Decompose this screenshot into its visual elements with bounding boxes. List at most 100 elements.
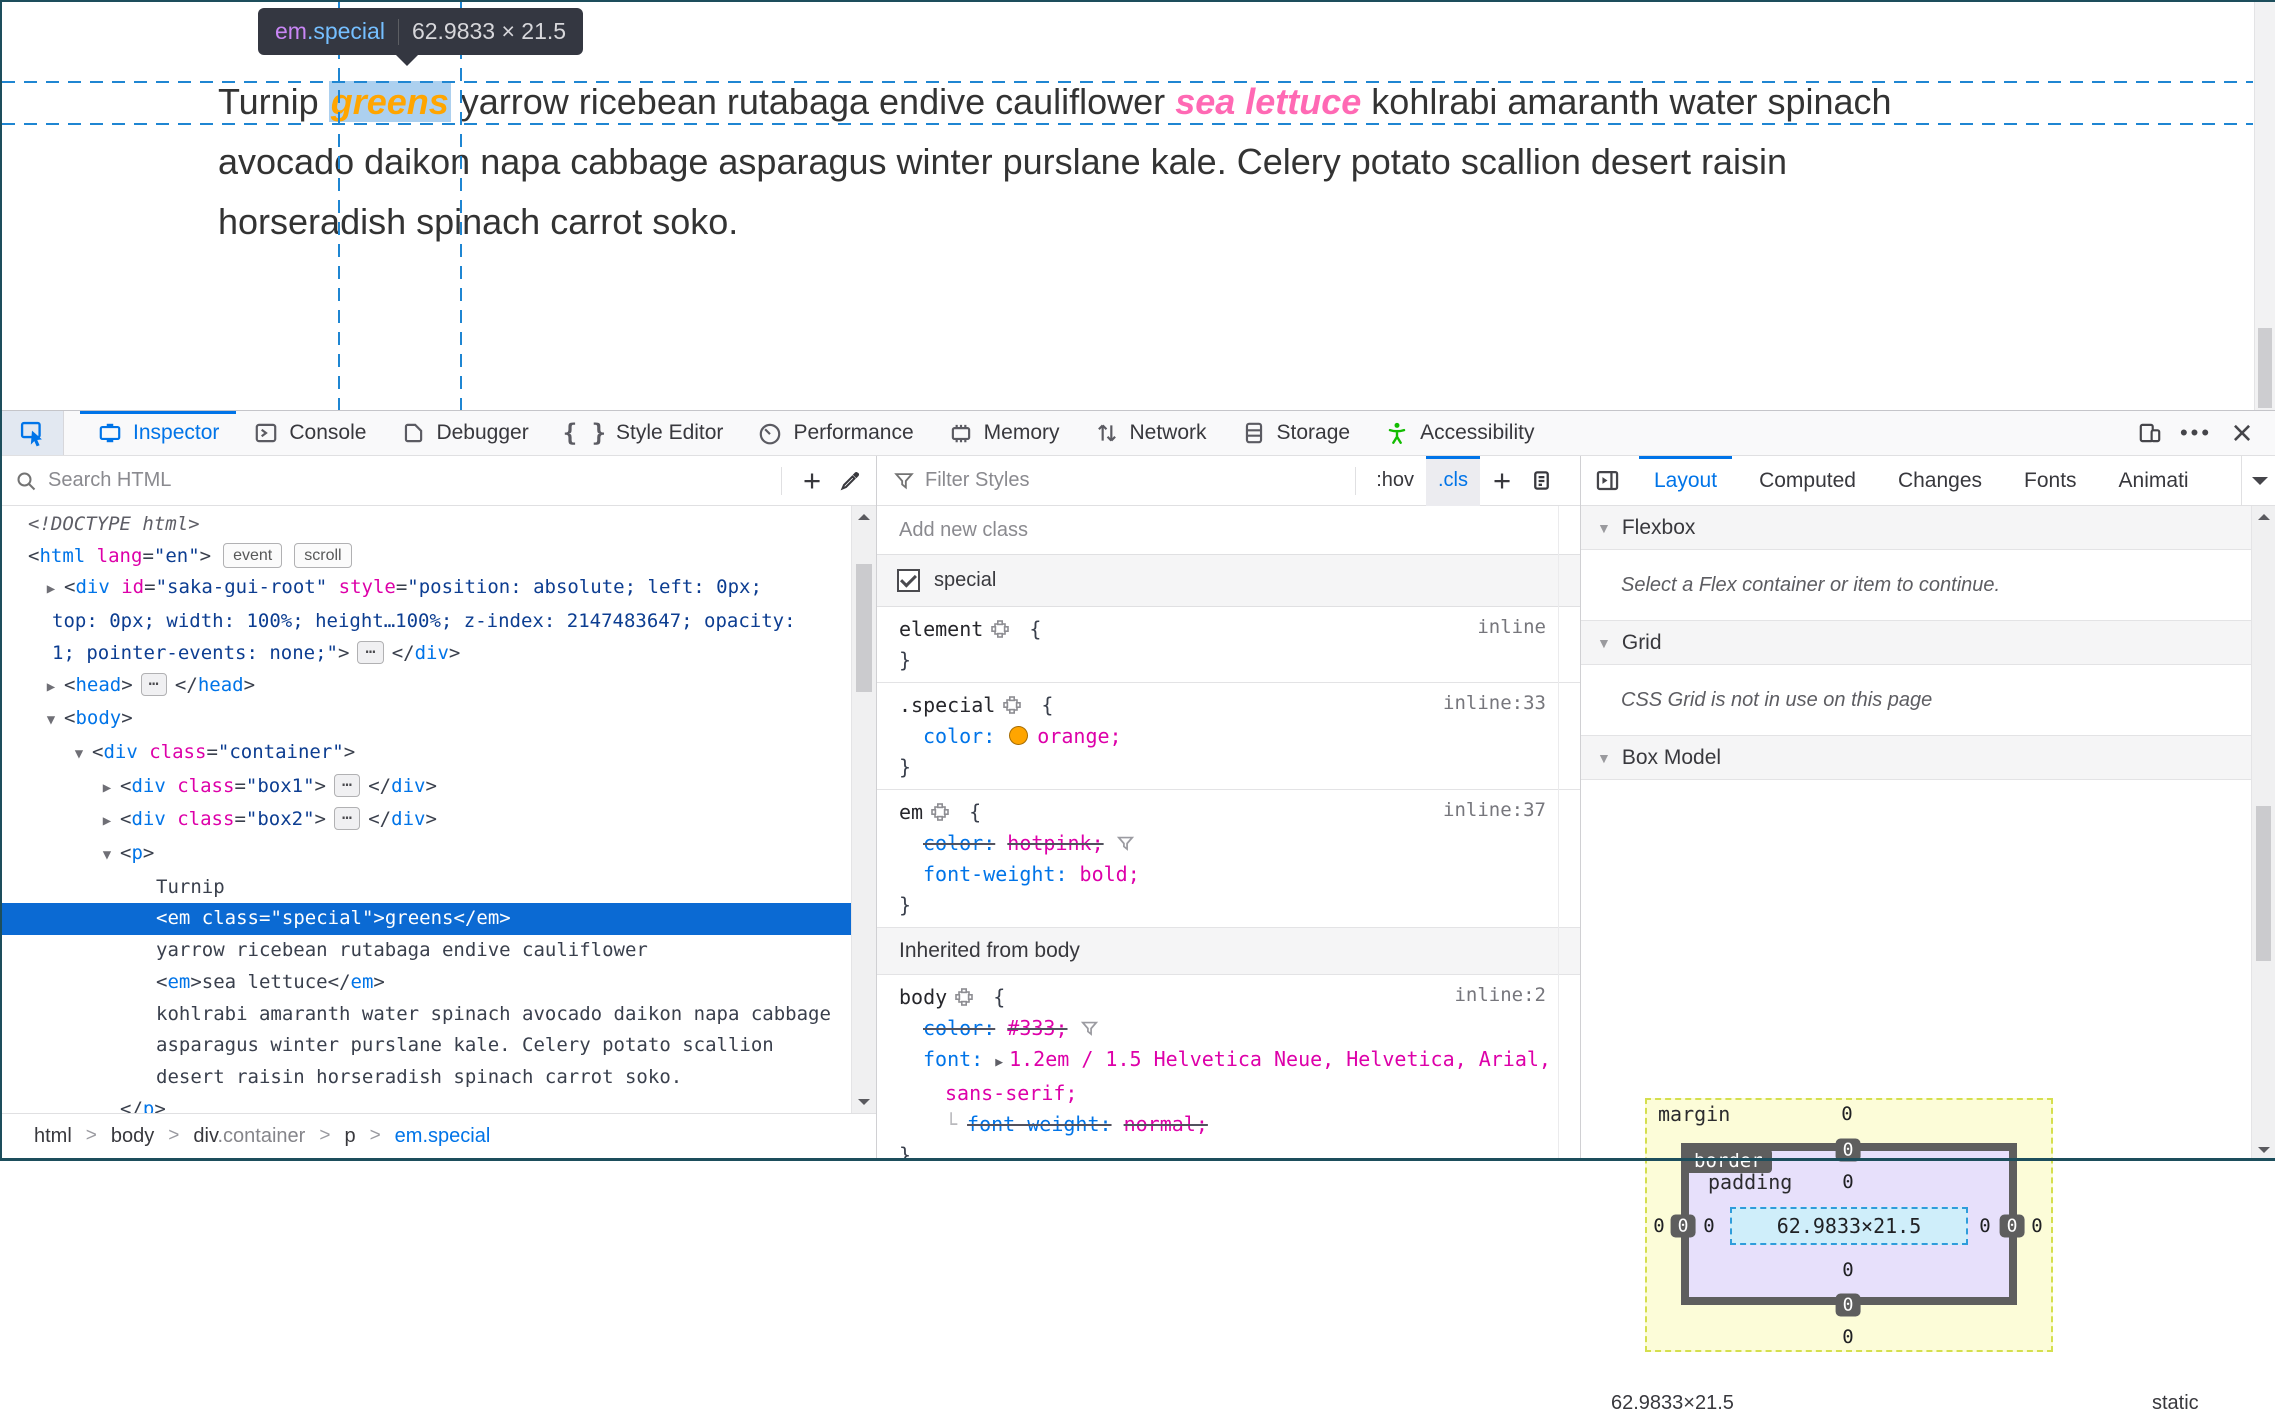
property-value[interactable]: 1.2em / 1.5 Helvetica Neue, Helvetica, A…	[1009, 1047, 1551, 1071]
property-name[interactable]: font-weight:	[967, 1112, 1112, 1136]
sidebar-tab-fonts[interactable]: Fonts	[2003, 456, 2098, 505]
box-model-content-box[interactable]: 62.9833×21.5	[1730, 1207, 1968, 1245]
twisty-collapsed-icon[interactable]: ▶	[38, 672, 64, 704]
all-tabs-menu-icon[interactable]	[2252, 477, 2268, 485]
markup-row[interactable]: top: 0px; width: 100%; height…100%; z-in…	[0, 606, 851, 638]
tab-performance[interactable]: Performance	[740, 411, 930, 455]
border-left-value[interactable]: 0	[1671, 1215, 1696, 1238]
markup-row[interactable]: kohlrabi amaranth water spinach avocado …	[0, 999, 851, 1031]
sidebar-tab-changes[interactable]: Changes	[1877, 456, 2003, 505]
breadcrumb-item-div[interactable]: div.container	[193, 1125, 305, 1148]
search-input[interactable]: Search HTML	[48, 469, 171, 492]
eyedropper-icon[interactable]	[838, 469, 862, 493]
rule-selector[interactable]: em	[899, 800, 923, 824]
css-declaration[interactable]: color: #333;	[877, 1013, 1580, 1044]
css-declaration[interactable]: color: orange;	[877, 721, 1580, 752]
rule-source-link[interactable]: inline:33	[1443, 692, 1546, 714]
markup-row[interactable]: ▼<div class="container">	[0, 737, 851, 771]
breadcrumb-item-p[interactable]: p	[344, 1125, 355, 1148]
expand-inline-icon[interactable]: ⋯	[357, 641, 383, 664]
markup-row[interactable]: 1; pointer-events: none;">⋯</div>	[0, 638, 851, 670]
markup-row[interactable]: ▶<head>⋯</head>	[0, 670, 851, 704]
twisty-expanded-icon[interactable]: ▼	[94, 840, 120, 872]
markup-row[interactable]: ▶<div id="saka-gui-root" style="position…	[0, 572, 851, 606]
breadcrumb-item-em-special[interactable]: em.special	[395, 1125, 491, 1148]
class-checkbox[interactable]	[897, 569, 920, 592]
padding-top-value[interactable]: 0	[1842, 1171, 1853, 1193]
property-name[interactable]: font-weight:	[923, 862, 1068, 886]
print-media-icon[interactable]	[1530, 469, 1553, 492]
twisty-expanded-icon[interactable]: ▼	[38, 705, 64, 737]
tab-style-editor[interactable]: { }Style Editor	[546, 411, 741, 455]
tab-console[interactable]: Console	[236, 411, 383, 455]
add-new-class-input[interactable]: Add new class	[877, 506, 1580, 555]
new-rule-button[interactable]: +	[1480, 463, 1524, 499]
twisty-expanded-icon[interactable]: ▼	[66, 739, 92, 771]
markup-row[interactable]: <!DOCTYPE html>	[0, 509, 851, 541]
margin-right-value[interactable]: 0	[2031, 1215, 2042, 1237]
tab-memory[interactable]: Memory	[931, 411, 1077, 455]
selector-highlighter-icon[interactable]	[955, 988, 973, 1006]
property-value[interactable]: #333;	[1007, 1016, 1067, 1040]
margin-left-value[interactable]: 0	[1653, 1215, 1664, 1237]
property-value[interactable]: hotpink;	[1007, 831, 1103, 855]
margin-bottom-value[interactable]: 0	[1842, 1326, 1853, 1348]
event-badge[interactable]: event	[223, 543, 282, 568]
grid-section-header[interactable]: ▼ Grid	[1581, 621, 2275, 665]
border-bottom-value[interactable]: 0	[1836, 1294, 1861, 1317]
css-declaration[interactable]: color: hotpink;	[877, 828, 1580, 859]
tab-storage[interactable]: Storage	[1224, 411, 1368, 455]
scroll-down-icon[interactable]	[2258, 1147, 2270, 1153]
border-right-value[interactable]: 0	[2000, 1215, 2025, 1238]
markup-row[interactable]: desert raisin horseradish spinach carrot…	[0, 1062, 851, 1094]
layout-scrollbar[interactable]	[2251, 506, 2275, 1161]
rule-selector[interactable]: .special	[899, 693, 995, 717]
markup-row[interactable]: ▼<p>	[0, 838, 851, 872]
property-value[interactable]: normal;	[1124, 1112, 1208, 1136]
markup-row[interactable]: <html lang="en">eventscroll	[0, 541, 851, 573]
css-declaration[interactable]: font: ▶ 1.2em / 1.5 Helvetica Neue, Helve…	[877, 1044, 1580, 1078]
markup-row[interactable]: ▶<div class="box1">⋯</div>	[0, 771, 851, 805]
page-scrollbar-thumb[interactable]	[2258, 328, 2272, 408]
scroll-up-icon[interactable]	[858, 514, 870, 520]
rule-selector[interactable]: element	[899, 617, 983, 641]
markup-row[interactable]: ▼<body>	[0, 703, 851, 737]
color-swatch[interactable]	[1009, 726, 1028, 745]
markup-row[interactable]: ▶<div class="box2">⋯</div>	[0, 804, 851, 838]
scroll-down-icon[interactable]	[858, 1099, 870, 1105]
expand-inline-icon[interactable]: ⋯	[334, 807, 360, 830]
property-name[interactable]: font:	[923, 1047, 983, 1071]
overridden-filter-icon[interactable]	[1080, 1019, 1099, 1038]
sidebar-tab-computed[interactable]: Computed	[1738, 456, 1877, 505]
selector-highlighter-icon[interactable]	[991, 620, 1009, 638]
markup-row[interactable]: <em>sea lettuce</em>	[0, 967, 851, 999]
page-scrollbar[interactable]	[2254, 2, 2275, 410]
expand-inline-icon[interactable]: ⋯	[334, 774, 360, 797]
markup-row-selected[interactable]: <em class="special">greens</em>	[0, 903, 851, 935]
rule-source-link[interactable]: inline	[1477, 616, 1546, 638]
scroll-up-icon[interactable]	[2258, 514, 2270, 520]
layout-scrollbar-thumb[interactable]	[2256, 806, 2271, 961]
css-declaration[interactable]: font-weight: bold;	[877, 859, 1580, 890]
padding-right-value[interactable]: 0	[1979, 1215, 1990, 1237]
flexbox-section-header[interactable]: ▼ Flexbox	[1581, 506, 2275, 550]
padding-bottom-value[interactable]: 0	[1842, 1259, 1853, 1281]
pseudo-class-toggle[interactable]: :hov	[1364, 456, 1426, 506]
selector-highlighter-icon[interactable]	[931, 803, 949, 821]
tab-network[interactable]: Network	[1077, 411, 1224, 455]
sidebar-tab-layout[interactable]: Layout	[1633, 456, 1738, 505]
boxmodel-section-header[interactable]: ▼ Box Model	[1581, 736, 2275, 780]
rule-selector[interactable]: body	[899, 985, 947, 1009]
property-name[interactable]: color:	[923, 724, 995, 748]
breadcrumb-item-html[interactable]: html	[34, 1125, 72, 1148]
property-value[interactable]: bold;	[1080, 862, 1140, 886]
add-node-button[interactable]: +	[790, 463, 834, 499]
margin-top-value[interactable]: 0	[1841, 1103, 1852, 1125]
markup-row[interactable]: asparagus winter purslane kale. Celery p…	[0, 1030, 851, 1062]
expand-shorthand-icon[interactable]: ▶	[995, 1055, 1003, 1070]
tab-accessibility[interactable]: Accessibility	[1367, 411, 1551, 455]
sidebar-tab-animati[interactable]: Animati	[2098, 456, 2210, 505]
close-icon[interactable]: ×	[2219, 411, 2265, 456]
padding-left-value[interactable]: 0	[1703, 1215, 1714, 1237]
rule-source-link[interactable]: inline:37	[1443, 799, 1546, 821]
